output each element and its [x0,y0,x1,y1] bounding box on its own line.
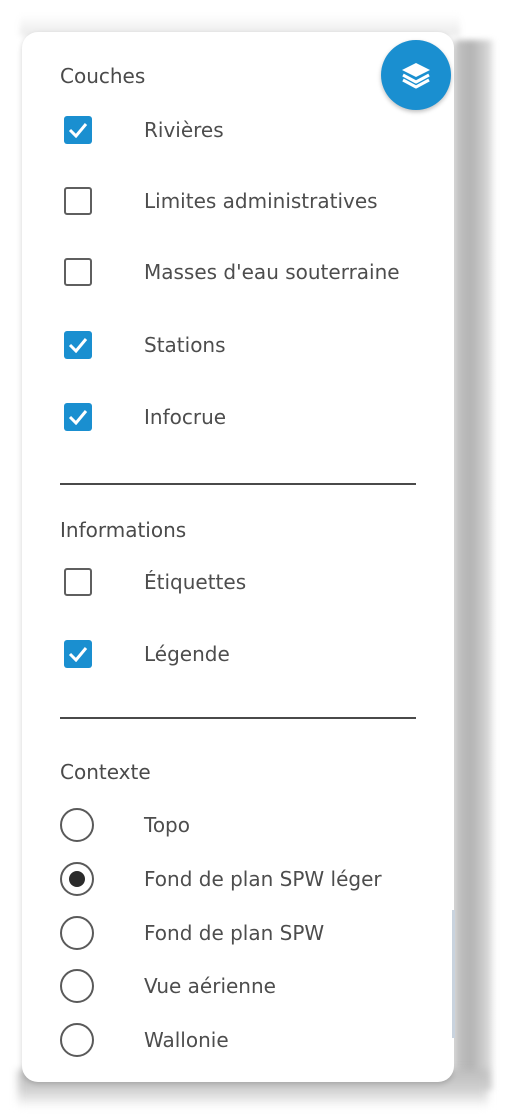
section-title-informations: Informations [60,518,187,542]
checkmark-icon [68,123,88,138]
section-title-contexte: Contexte [60,760,151,784]
info-item-label: Légende [144,642,230,666]
layers-icon [402,63,430,89]
layer-item-label: Masses d'eau souterraine [144,260,400,284]
checkbox-checked[interactable] [64,116,92,144]
checkbox-checked[interactable] [64,640,92,668]
section-title-couches: Couches [60,64,146,88]
screenshot-stage: Couches Rivières Limites administratives… [0,0,506,1118]
checkbox-unchecked[interactable] [64,568,92,596]
layer-item-rivieres[interactable]: Rivières [60,110,440,150]
checkmark-icon [68,338,88,353]
radio-selected-dot [69,871,85,887]
layers-toggle-button[interactable] [381,40,451,110]
context-option-label: Wallonie [144,1028,229,1052]
context-option-label: Fond de plan SPW [144,921,325,945]
panel-inner-edge [452,910,455,1038]
radio-button-selected[interactable] [60,862,94,896]
layer-item-limites-administratives[interactable]: Limites administratives [60,181,440,221]
context-option-label: Topo [144,813,190,837]
info-item-etiquettes[interactable]: Étiquettes [60,562,440,602]
info-item-label: Étiquettes [144,570,247,594]
layer-item-masses-deau-souterraine[interactable]: Masses d'eau souterraine [60,252,440,292]
layer-item-label: Stations [144,333,226,357]
context-option-label: Fond de plan SPW léger [144,867,382,891]
context-option-label: Vue aérienne [144,974,276,998]
layer-item-stations[interactable]: Stations [60,325,440,365]
checkbox-checked[interactable] [64,331,92,359]
layer-item-label: Infocrue [144,405,227,429]
layer-item-label: Limites administratives [144,189,378,213]
layer-item-label: Rivières [144,118,224,142]
checkmark-icon [68,647,88,662]
context-option-topo[interactable]: Topo [60,805,440,845]
context-option-fond-de-plan-spw-leger[interactable]: Fond de plan SPW léger [60,859,440,899]
section-divider [60,483,416,485]
checkbox-checked[interactable] [64,403,92,431]
context-option-wallonie[interactable]: Wallonie [60,1020,440,1060]
panel-shadow-right [455,40,495,1090]
checkmark-icon [68,410,88,425]
section-divider [60,717,416,719]
context-option-fond-de-plan-spw[interactable]: Fond de plan SPW [60,913,440,953]
radio-button[interactable] [60,808,94,842]
context-option-vue-aerienne[interactable]: Vue aérienne [60,966,440,1006]
info-item-legende[interactable]: Légende [60,634,440,674]
radio-button[interactable] [60,916,94,950]
checkbox-unchecked[interactable] [64,187,92,215]
radio-button[interactable] [60,969,94,1003]
layer-item-infocrue[interactable]: Infocrue [60,397,440,437]
checkbox-unchecked[interactable] [64,258,92,286]
radio-button[interactable] [60,1023,94,1057]
